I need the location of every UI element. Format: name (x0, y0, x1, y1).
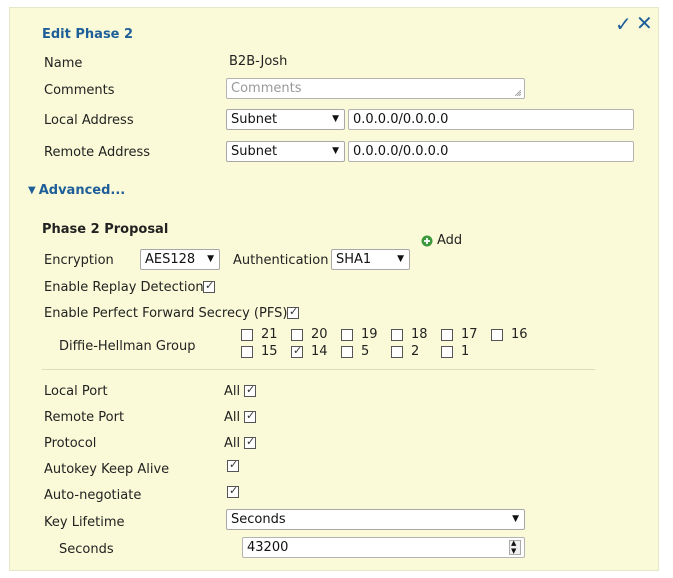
dialog-title: Edit Phase 2 (42, 27, 134, 42)
local-address-type-select[interactable]: Subnet ▼ (226, 109, 345, 130)
local-port-all-checkbox[interactable]: ✓ (244, 383, 256, 397)
remote-address-type-value: Subnet (231, 144, 278, 159)
encryption-select[interactable]: AES128 ▼ (140, 249, 220, 270)
dh-group-18-label: 18 (411, 327, 428, 342)
dh-group-2-label: 2 (411, 344, 420, 359)
replay-detection-label: Enable Replay Detection (44, 280, 204, 295)
chevron-down-icon: ▼ (332, 114, 339, 124)
key-lifetime-value: Seconds (231, 512, 286, 527)
triangle-down-icon: ▼ (28, 185, 36, 196)
local-address-input[interactable]: 0.0.0.0/0.0.0.0 (348, 109, 634, 130)
dh-group-15-checkbox[interactable] (241, 346, 253, 358)
remote-port-label: Remote Port (44, 410, 125, 425)
dh-group-17-label: 17 (461, 327, 478, 342)
protocol-all-checkbox[interactable]: ✓ (244, 435, 256, 449)
dh-group-16-label: 16 (511, 327, 528, 342)
close-icon[interactable]: ✕ (636, 11, 653, 35)
key-lifetime-label: Key Lifetime (44, 515, 125, 530)
seconds-input[interactable]: 43200 ▲ ▼ (242, 537, 525, 558)
remote-address-input[interactable]: 0.0.0.0/0.0.0.0 (348, 141, 634, 162)
local-port-label: Local Port (44, 384, 108, 399)
pfs-label: Enable Perfect Forward Secrecy (PFS) (44, 306, 288, 321)
authentication-value: SHA1 (336, 252, 372, 267)
remote-address-label: Remote Address (44, 145, 151, 160)
check-icon: ✓ (289, 305, 299, 318)
local-address-value: 0.0.0.0/0.0.0.0 (353, 112, 449, 127)
dh-group-17-checkbox[interactable] (441, 329, 453, 341)
comments-field[interactable]: Comments (226, 78, 525, 99)
proposal-title: Phase 2 Proposal (42, 222, 169, 237)
remote-address-value: 0.0.0.0/0.0.0.0 (353, 144, 449, 159)
dh-group-20-label: 20 (311, 327, 328, 342)
dh-group-5-checkbox[interactable] (341, 346, 353, 358)
check-icon: ✓ (246, 409, 256, 422)
local-port-all-label: All (224, 384, 241, 399)
chevron-down-icon: ▼ (207, 254, 214, 264)
autokey-keepalive-checkbox[interactable]: ✓ (227, 458, 239, 472)
auto-negotiate-checkbox[interactable]: ✓ (227, 484, 239, 498)
local-address-type-value: Subnet (231, 112, 278, 127)
auto-negotiate-label: Auto-negotiate (44, 488, 142, 503)
key-lifetime-select[interactable]: Seconds ▼ (226, 509, 525, 530)
dh-group-19-label: 19 (361, 327, 378, 342)
dh-group-14-checkbox[interactable]: ✓ (291, 344, 303, 358)
authentication-label: Authentication (233, 253, 329, 268)
dh-group-20-checkbox[interactable] (291, 329, 303, 341)
name-label: Name (44, 56, 83, 71)
dh-group-15-label: 15 (261, 344, 278, 359)
check-icon: ✓ (246, 383, 256, 396)
pfs-checkbox[interactable]: ✓ (287, 305, 299, 319)
check-icon: ✓ (205, 279, 215, 292)
seconds-spinner[interactable]: ▲ ▼ (509, 539, 521, 556)
check-icon: ✓ (229, 458, 239, 471)
dh-group-21-checkbox[interactable] (241, 329, 253, 341)
dh-group-14-label: 14 (311, 344, 328, 359)
chevron-down-icon: ▼ (332, 146, 339, 156)
section-divider (42, 369, 595, 370)
name-value: B2B-Josh (229, 54, 288, 69)
dh-group-16-checkbox[interactable] (491, 329, 503, 341)
check-icon: ✓ (246, 435, 256, 448)
dh-group-18-checkbox[interactable] (391, 329, 403, 341)
dh-group-21-label: 21 (261, 327, 278, 342)
dh-group-1-checkbox[interactable] (441, 346, 453, 358)
add-label: Add (437, 233, 463, 248)
encryption-label: Encryption (44, 253, 114, 268)
seconds-label: Seconds (59, 542, 114, 557)
check-icon: ✓ (293, 344, 303, 357)
protocol-all-label: All (224, 436, 241, 451)
check-icon: ✓ (229, 484, 239, 497)
authentication-select[interactable]: SHA1 ▼ (331, 249, 410, 270)
advanced-toggle[interactable]: ▼ Advanced... (28, 183, 125, 198)
dh-group-5-label: 5 (361, 344, 370, 359)
checkmark-icon[interactable]: ✓ (615, 12, 632, 36)
replay-detection-checkbox[interactable]: ✓ (203, 279, 215, 293)
add-circle-icon (421, 235, 433, 246)
autokey-keepalive-label: Autokey Keep Alive (44, 462, 170, 477)
dh-group-19-checkbox[interactable] (341, 329, 353, 341)
encryption-value: AES128 (145, 252, 196, 267)
chevron-down-icon: ▼ (397, 254, 404, 264)
comments-placeholder: Comments (231, 81, 302, 96)
spin-down-icon[interactable]: ▼ (511, 546, 516, 556)
chevron-down-icon: ▼ (512, 514, 519, 524)
resize-grip-icon[interactable] (515, 90, 521, 96)
comments-label: Comments (44, 83, 115, 98)
advanced-label: Advanced... (38, 183, 126, 198)
remote-port-all-label: All (224, 410, 241, 425)
local-address-label: Local Address (44, 113, 134, 128)
dh-group-label: Diffie-Hellman Group (59, 339, 196, 354)
remote-address-type-select[interactable]: Subnet ▼ (226, 141, 345, 162)
add-proposal-button[interactable]: Add (421, 233, 462, 248)
seconds-value: 43200 (247, 540, 289, 555)
remote-port-all-checkbox[interactable]: ✓ (244, 409, 256, 423)
dh-group-1-label: 1 (461, 344, 470, 359)
protocol-label: Protocol (44, 436, 97, 451)
dh-group-2-checkbox[interactable] (391, 346, 403, 358)
